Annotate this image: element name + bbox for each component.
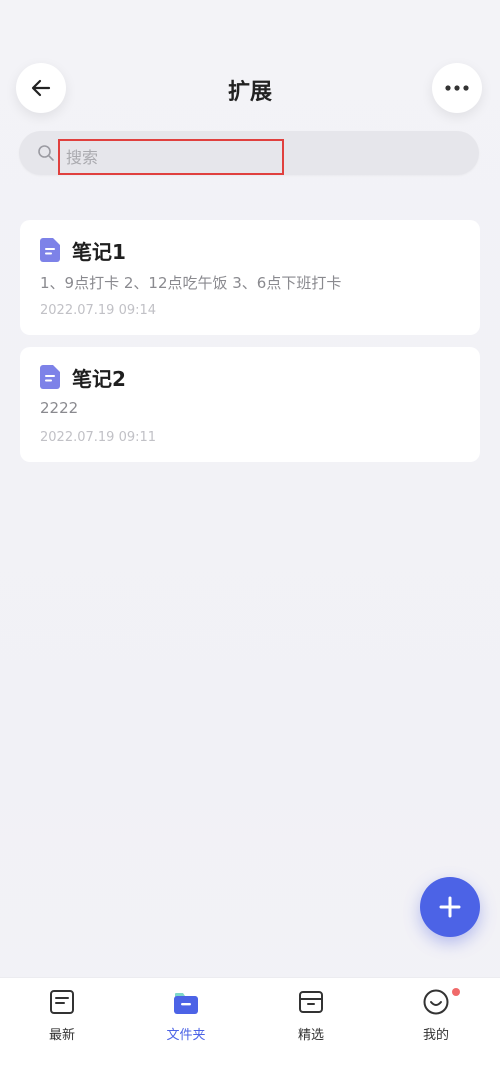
note-title: 笔记2 xyxy=(72,367,126,391)
search-icon xyxy=(38,145,54,161)
tab-label: 最新 xyxy=(48,1028,75,1043)
tab-latest[interactable]: 最新 xyxy=(17,988,107,1048)
tab-label: 文件夹 xyxy=(166,1028,206,1043)
box-icon xyxy=(299,991,323,1013)
arrow-left-icon xyxy=(31,79,51,97)
note-title: 笔记1 xyxy=(72,240,126,264)
note-preview: 1、9点打卡 2、12点吃午饭 3、6点下班打卡 xyxy=(40,274,342,292)
tab-folder[interactable]: 文件夹 xyxy=(141,988,231,1048)
tab-label: 精选 xyxy=(297,1028,324,1043)
more-dots-icon xyxy=(445,85,469,91)
more-button[interactable] xyxy=(432,63,482,113)
note-card[interactable]: 笔记1 1、9点打卡 2、12点吃午饭 3、6点下班打卡 2022.07.19 … xyxy=(20,220,480,335)
add-note-button[interactable] xyxy=(420,877,480,937)
page-title: 扩展 xyxy=(227,80,272,105)
tab-label: 我的 xyxy=(422,1028,449,1043)
folder-icon xyxy=(174,993,198,1014)
note-icon xyxy=(40,365,60,389)
note-preview: 2222 xyxy=(40,399,79,417)
notification-badge xyxy=(452,988,460,996)
search-input[interactable] xyxy=(58,139,284,175)
note-icon xyxy=(40,238,60,262)
tab-mine[interactable]: 我的 xyxy=(391,988,481,1048)
smile-icon xyxy=(423,989,449,1015)
back-button[interactable] xyxy=(16,63,66,113)
note-date: 2022.07.19 09:14 xyxy=(40,303,157,318)
note-card[interactable]: 笔记2 2222 2022.07.19 09:11 xyxy=(20,347,480,462)
bottom-nav: 最新 文件夹 精选 我的 xyxy=(0,977,500,1084)
plus-icon xyxy=(439,896,461,918)
note-icon xyxy=(50,990,74,1014)
note-date: 2022.07.19 09:11 xyxy=(40,430,157,445)
page: 扩展 笔记1 1、9点打卡 2、12点吃午饭 3、6点下班打卡 2022.07.… xyxy=(0,0,500,1084)
tab-featured[interactable]: 精选 xyxy=(266,988,356,1048)
